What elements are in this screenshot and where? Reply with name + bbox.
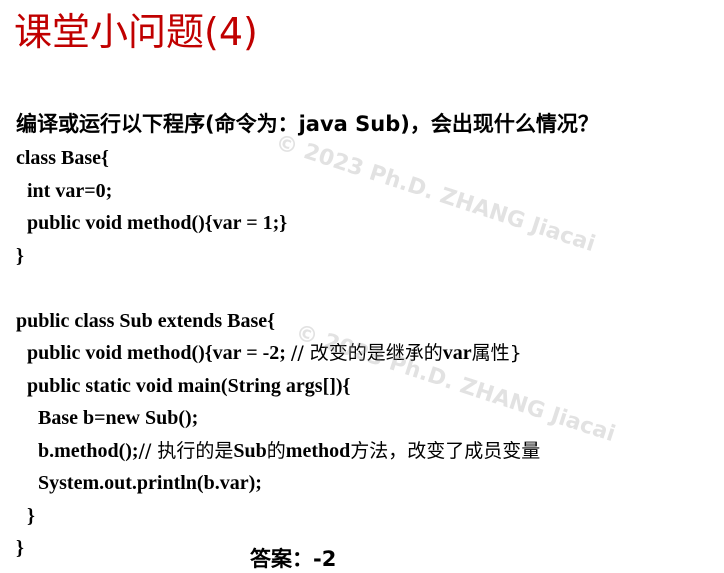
code-line: System.out.println(b.var); bbox=[38, 472, 262, 494]
code-comment: // 执行的是Sub的method方法，改变了成员变量 bbox=[139, 440, 541, 462]
slide-title: 课堂小问题(4) bbox=[14, 10, 258, 54]
answer-text: 答案：-2 bbox=[250, 547, 337, 571]
code-fragment: public void method(){var = -2; bbox=[27, 342, 291, 364]
code-line: public void method(){var = 1;} bbox=[27, 212, 288, 234]
code-line: Base b=new Sub(); bbox=[38, 407, 199, 429]
comment-text: // 改变的是继承的 bbox=[290, 342, 443, 364]
code-fragment: b.method(); bbox=[38, 439, 139, 462]
code-line: } bbox=[16, 244, 24, 267]
code-line: public static void main(String args[]){ bbox=[27, 374, 351, 397]
comment-text: 属性} bbox=[471, 342, 522, 364]
comment-text: 方法，改变了成员变量 bbox=[350, 439, 541, 462]
code-comment: // 改变的是继承的var属性} bbox=[291, 342, 522, 364]
code-line: class Base{ bbox=[16, 147, 109, 169]
comment-keyword: method bbox=[285, 439, 351, 462]
comment-text: // 执行的是 bbox=[138, 439, 234, 462]
code-line: b.method();// 执行的是Sub的method方法，改变了成员变量 bbox=[16, 435, 540, 468]
code-line: public class Sub extends Base{ bbox=[16, 309, 276, 332]
comment-keyword: var bbox=[442, 342, 472, 364]
question-text: 编译或运行以下程序(命令为：java Sub)，会出现什么情况？ bbox=[16, 112, 599, 136]
code-line: } bbox=[27, 504, 35, 527]
comment-keyword: Sub bbox=[233, 439, 267, 462]
comment-text: 的 bbox=[266, 439, 286, 462]
code-block: class Base{ int var=0; public void metho… bbox=[16, 142, 540, 565]
code-line: int var=0; bbox=[27, 179, 113, 202]
code-line: public void method(){var = -2; // 改变的是继承… bbox=[16, 337, 540, 370]
